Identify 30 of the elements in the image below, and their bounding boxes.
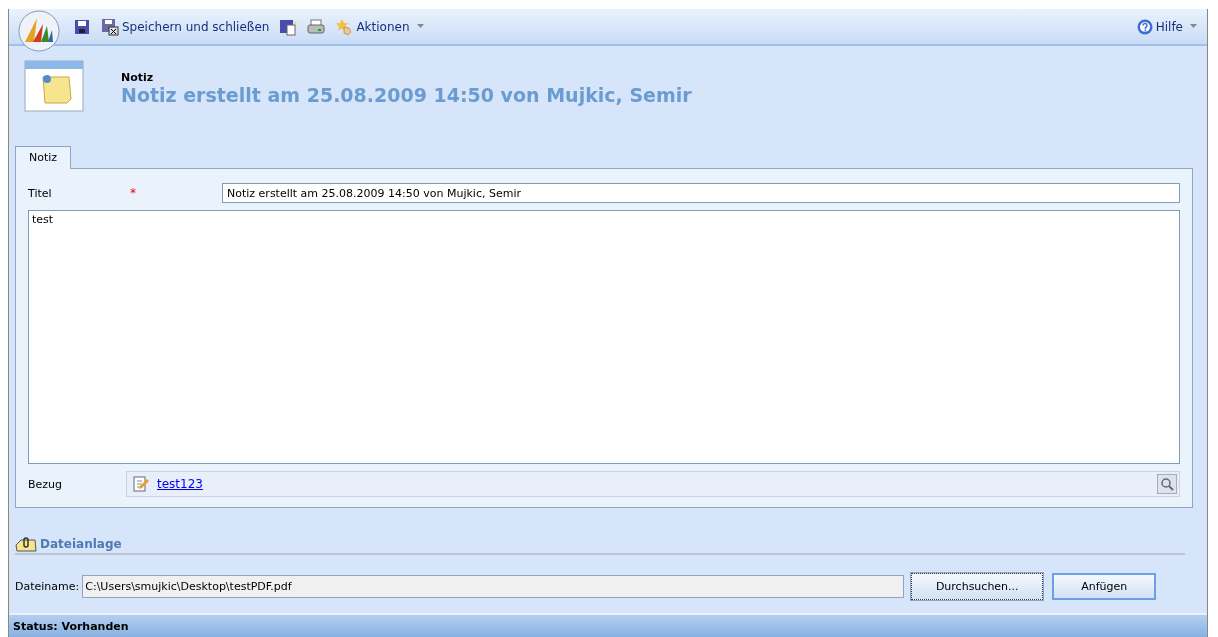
section-heading: Dateianlage (40, 537, 122, 551)
paperclip-tag-icon (15, 536, 37, 552)
field-label: Bezug (28, 477, 64, 491)
note-body-field[interactable]: test (28, 210, 1180, 464)
floppy-close-icon[interactable] (101, 17, 119, 36)
lookup-icon[interactable] (1157, 474, 1177, 494)
star-hand-icon[interactable] (335, 17, 354, 36)
floppy-document-icon[interactable] (279, 17, 298, 36)
record-title: Notiz erstellt am 25.08.2009 14:50 von Mujkic, Semir (121, 83, 692, 106)
help-menu[interactable]: Hilfe (1136, 18, 1197, 35)
regarding-link[interactable]: test123 (157, 477, 1149, 491)
form-tab[interactable]: Notiz (15, 146, 72, 169)
required-mark: * (130, 186, 136, 200)
document-pencil-icon (133, 476, 149, 492)
filename-field[interactable]: C:\Users\smujkic\Desktop\testPDF.pdf (82, 575, 905, 598)
caret-icon (1190, 24, 1197, 29)
save-close-button[interactable]: Speichern und schließen (101, 17, 270, 36)
title-field[interactable]: Notiz erstellt am 25.08.2009 14:50 von Mujkic, Semir (222, 183, 1180, 203)
field-label: Dateiname: (15, 580, 80, 593)
attach-button[interactable]: Anfügen (1052, 573, 1157, 600)
browse-button[interactable]: Durchsuchen... (911, 573, 1044, 600)
help-icon (1136, 18, 1153, 35)
caret-icon (416, 24, 424, 29)
status-bar: Status: Vorhanden (9, 613, 1207, 637)
field-label: Titel (28, 186, 53, 200)
printer-icon[interactable] (307, 17, 326, 36)
entity-label: Notiz (121, 70, 155, 84)
app-logo-icon[interactable] (15, 9, 63, 52)
regarding-lookup-field[interactable]: test123 (126, 471, 1180, 497)
actions-menu[interactable]: Aktionen (335, 17, 424, 36)
